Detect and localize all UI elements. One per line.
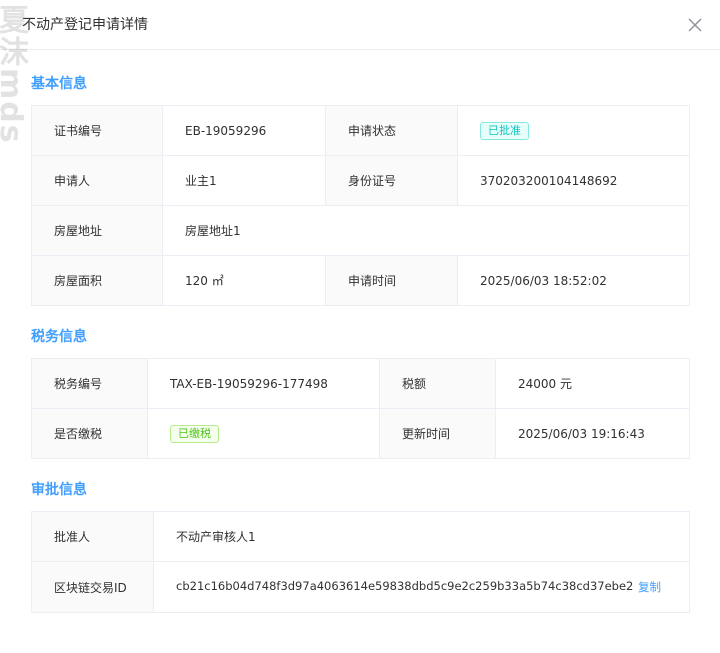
address-label: 房屋地址	[31, 205, 163, 256]
dialog-title: 不动产登记申请详情	[22, 17, 148, 33]
table-row: 是否缴税 已缴税 更新时间 2025/06/03 19:16:43	[31, 408, 690, 459]
approver-value: 不动产审核人1	[153, 511, 690, 562]
tax-info-table: 税务编号 TAX-EB-19059296-177498 税额 24000 元 是…	[31, 358, 690, 459]
close-button[interactable]	[684, 14, 706, 36]
cert-no-value: EB-19059296	[162, 105, 326, 156]
time-label: 申请时间	[325, 255, 458, 306]
section-title-tax: 税务信息	[31, 329, 87, 345]
table-row: 税务编号 TAX-EB-19059296-177498 税额 24000 元	[31, 358, 690, 409]
detail-dialog: 不动产登记申请详情 基本信息 证书编号 EB-19059296 申请状态 已批准…	[0, 0, 720, 653]
tx-id-value[interactable]: cb21c16b04d748f3d97a4063614e59838dbd5c9e…	[176, 579, 633, 593]
table-row: 房屋地址 房屋地址1	[31, 205, 690, 256]
section-title-approval: 审批信息	[31, 482, 87, 498]
address-value: 房屋地址1	[162, 205, 690, 256]
time-value: 2025/06/03 18:52:02	[457, 255, 690, 306]
table-row: 证书编号 EB-19059296 申请状态 已批准	[31, 105, 690, 156]
tax-update-value: 2025/06/03 19:16:43	[495, 408, 690, 459]
approval-info-table: 批准人 不动产审核人1 区块链交易ID cb21c16b04d748f3d97a…	[31, 511, 690, 613]
basic-info-table: 证书编号 EB-19059296 申请状态 已批准 申请人 业主1 身份证号 3…	[31, 105, 690, 306]
area-value: 120 ㎡	[162, 255, 326, 306]
id-label: 身份证号	[325, 155, 458, 206]
applicant-value: 业主1	[162, 155, 326, 206]
applicant-label: 申请人	[31, 155, 163, 206]
tax-amount-value: 24000 元	[495, 358, 690, 409]
tax-no-label: 税务编号	[31, 358, 148, 409]
tx-id-label: 区块链交易ID	[31, 561, 154, 613]
tax-no-value: TAX-EB-19059296-177498	[147, 358, 380, 409]
tax-amount-label: 税额	[379, 358, 496, 409]
tax-paid-label: 是否缴税	[31, 408, 148, 459]
tx-id-cell: cb21c16b04d748f3d97a4063614e59838dbd5c9e…	[153, 561, 690, 613]
close-icon	[688, 18, 702, 32]
id-value: 370203200104148692	[457, 155, 690, 206]
tax-paid-cell: 已缴税	[147, 408, 380, 459]
status-cell: 已批准	[457, 105, 690, 156]
tax-update-label: 更新时间	[379, 408, 496, 459]
status-badge: 已批准	[480, 121, 529, 140]
status-label: 申请状态	[325, 105, 458, 156]
cert-no-label: 证书编号	[31, 105, 163, 156]
section-title-basic: 基本信息	[31, 76, 87, 92]
area-label: 房屋面积	[31, 255, 163, 306]
table-row: 申请人 业主1 身份证号 370203200104148692	[31, 155, 690, 206]
copy-button[interactable]: 复制	[638, 579, 661, 595]
table-row: 批准人 不动产审核人1	[31, 511, 690, 562]
dialog-header: 不动产登记申请详情	[0, 0, 720, 50]
table-row: 区块链交易ID cb21c16b04d748f3d97a4063614e5983…	[31, 561, 690, 613]
approver-label: 批准人	[31, 511, 154, 562]
table-row: 房屋面积 120 ㎡ 申请时间 2025/06/03 18:52:02	[31, 255, 690, 306]
paid-badge: 已缴税	[170, 424, 219, 443]
